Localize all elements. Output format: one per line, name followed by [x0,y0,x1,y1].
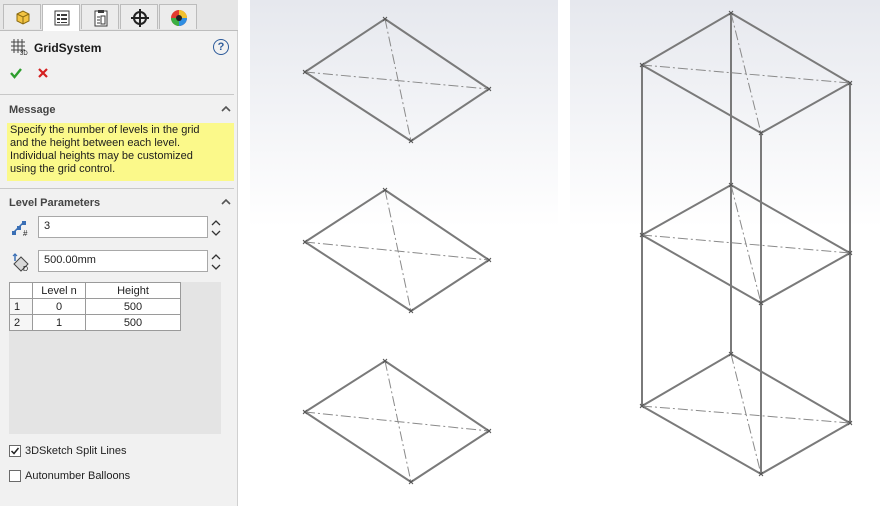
split-lines-label: 3DSketch Split Lines [25,445,127,457]
message-heading: Message [9,104,56,116]
number-of-levels-icon: # [12,221,28,237]
table-row[interactable]: 1 0 500 [9,298,181,315]
diagonal-lines [304,18,490,142]
feature-title: GridSystem [34,41,102,55]
number-of-levels-field[interactable]: 3 [38,216,208,238]
cancel-x-icon[interactable] [36,66,50,80]
height-cell[interactable]: 500 [85,314,181,331]
graphics-viewport-levels[interactable] [250,0,558,506]
svg-text:D: D [23,266,28,272]
chevron-up-icon[interactable] [220,104,232,114]
level-cell[interactable]: 0 [32,298,86,315]
feature-manager-icon [16,10,30,25]
level-parameters-heading: Level Parameters [9,197,101,209]
table-header-row: Level n Height [9,282,181,299]
dimxpert-icon [131,9,149,27]
svg-text:#: # [23,229,28,237]
tab-dimxpert[interactable] [120,4,158,29]
display-manager-icon [171,10,187,26]
levels-spinner-icon[interactable] [210,217,222,239]
table-corner-cell [9,282,33,299]
configuration-manager-icon [94,10,108,27]
message-box: Specify the number of levels in the grid… [7,123,234,181]
diagonal-lines [641,353,851,475]
graphics-viewport-grid[interactable] [570,0,880,506]
3d-grid-icon: 3D [11,39,28,56]
split-lines-checkbox[interactable] [9,445,21,457]
tab-property-manager[interactable] [42,4,80,31]
manager-tabs [0,0,238,31]
chevron-up-icon[interactable] [220,197,232,207]
message-line: using the grid control. [10,163,116,175]
message-line: Specify the number of levels in the grid [10,124,200,136]
property-manager-panel: 3D GridSystem ? Message Specify the numb… [0,0,238,506]
feature-title-row: 3D GridSystem ? [0,36,238,58]
diagonal-lines [304,189,490,312]
level-sketches [302,16,492,485]
column-header-height[interactable]: Height [85,282,181,299]
height-spinner-icon[interactable] [210,251,222,273]
autonumber-label: Autonumber Balloons [25,470,131,482]
tab-display-manager[interactable] [159,4,197,29]
tab-feature-manager[interactable] [3,4,41,29]
diagonal-lines [641,184,851,304]
separator [0,94,234,95]
property-manager-icon [54,10,70,26]
column-header-level[interactable]: Level n [32,282,86,299]
diagonal-lines [304,360,490,483]
separator [0,188,234,189]
height-cell[interactable]: 500 [85,298,181,315]
level-height-icon: D [12,253,29,272]
row-index: 1 [9,298,33,315]
level-cell[interactable]: 1 [32,314,86,331]
tab-configuration-manager[interactable] [81,4,119,29]
table-row[interactable]: 2 1 500 [9,314,181,331]
level-grid-control: Level n Height 1 0 500 2 1 500 [9,282,221,434]
diagonal-lines [641,12,851,134]
ok-checkmark-icon[interactable] [9,66,23,80]
message-line: and the height between each level. [10,137,181,149]
autonumber-checkbox[interactable] [9,470,21,482]
svg-text:3D: 3D [20,51,28,56]
help-icon[interactable]: ? [213,39,229,55]
grid-system-sketch [639,10,853,477]
row-index: 2 [9,314,33,331]
level-height-field[interactable]: 500.00mm [38,250,208,272]
message-line: Individual heights may be customized [10,150,193,162]
checkmark-icon [10,447,20,455]
level-table: Level n Height 1 0 500 2 1 500 [9,282,181,331]
